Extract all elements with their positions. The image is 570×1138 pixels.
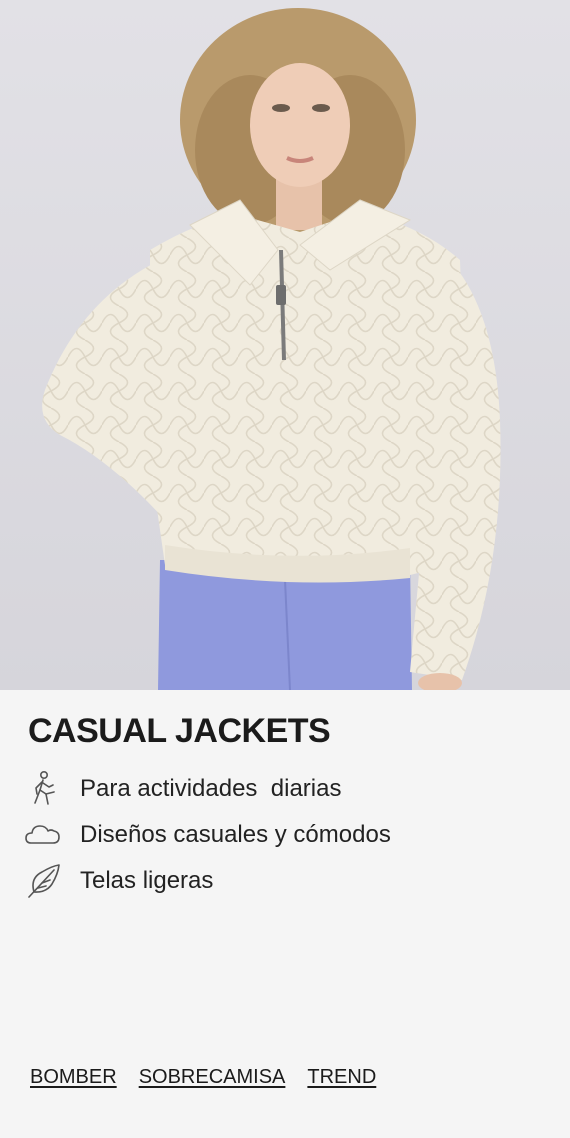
feature-label: Diseños casuales y cómodos bbox=[80, 821, 391, 848]
link-bomber[interactable]: BOMBER bbox=[30, 1066, 117, 1089]
model-photo bbox=[0, 0, 570, 690]
walking-person-icon bbox=[24, 769, 64, 809]
link-sobrecamisa[interactable]: SOBRECAMISA bbox=[139, 1066, 286, 1089]
feature-list: Para actividades diarias Diseños casuale… bbox=[24, 766, 391, 904]
feature-label: Para actividades diarias bbox=[80, 775, 342, 802]
hero-image bbox=[0, 0, 570, 690]
category-title: CASUAL JACKETS bbox=[28, 712, 331, 750]
feature-item: Diseños casuales y cómodos bbox=[24, 812, 391, 858]
subcategory-links: BOMBER SOBRECAMISA TREND bbox=[30, 1066, 376, 1089]
feather-icon bbox=[24, 861, 64, 901]
link-trend[interactable]: TREND bbox=[307, 1066, 376, 1089]
feature-item: Telas ligeras bbox=[24, 858, 391, 904]
feature-label: Telas ligeras bbox=[80, 867, 214, 894]
category-card: CASUAL JACKETS Para actividades diarias bbox=[0, 690, 570, 1138]
cloud-icon bbox=[24, 815, 64, 855]
feature-item: Para actividades diarias bbox=[24, 766, 391, 812]
